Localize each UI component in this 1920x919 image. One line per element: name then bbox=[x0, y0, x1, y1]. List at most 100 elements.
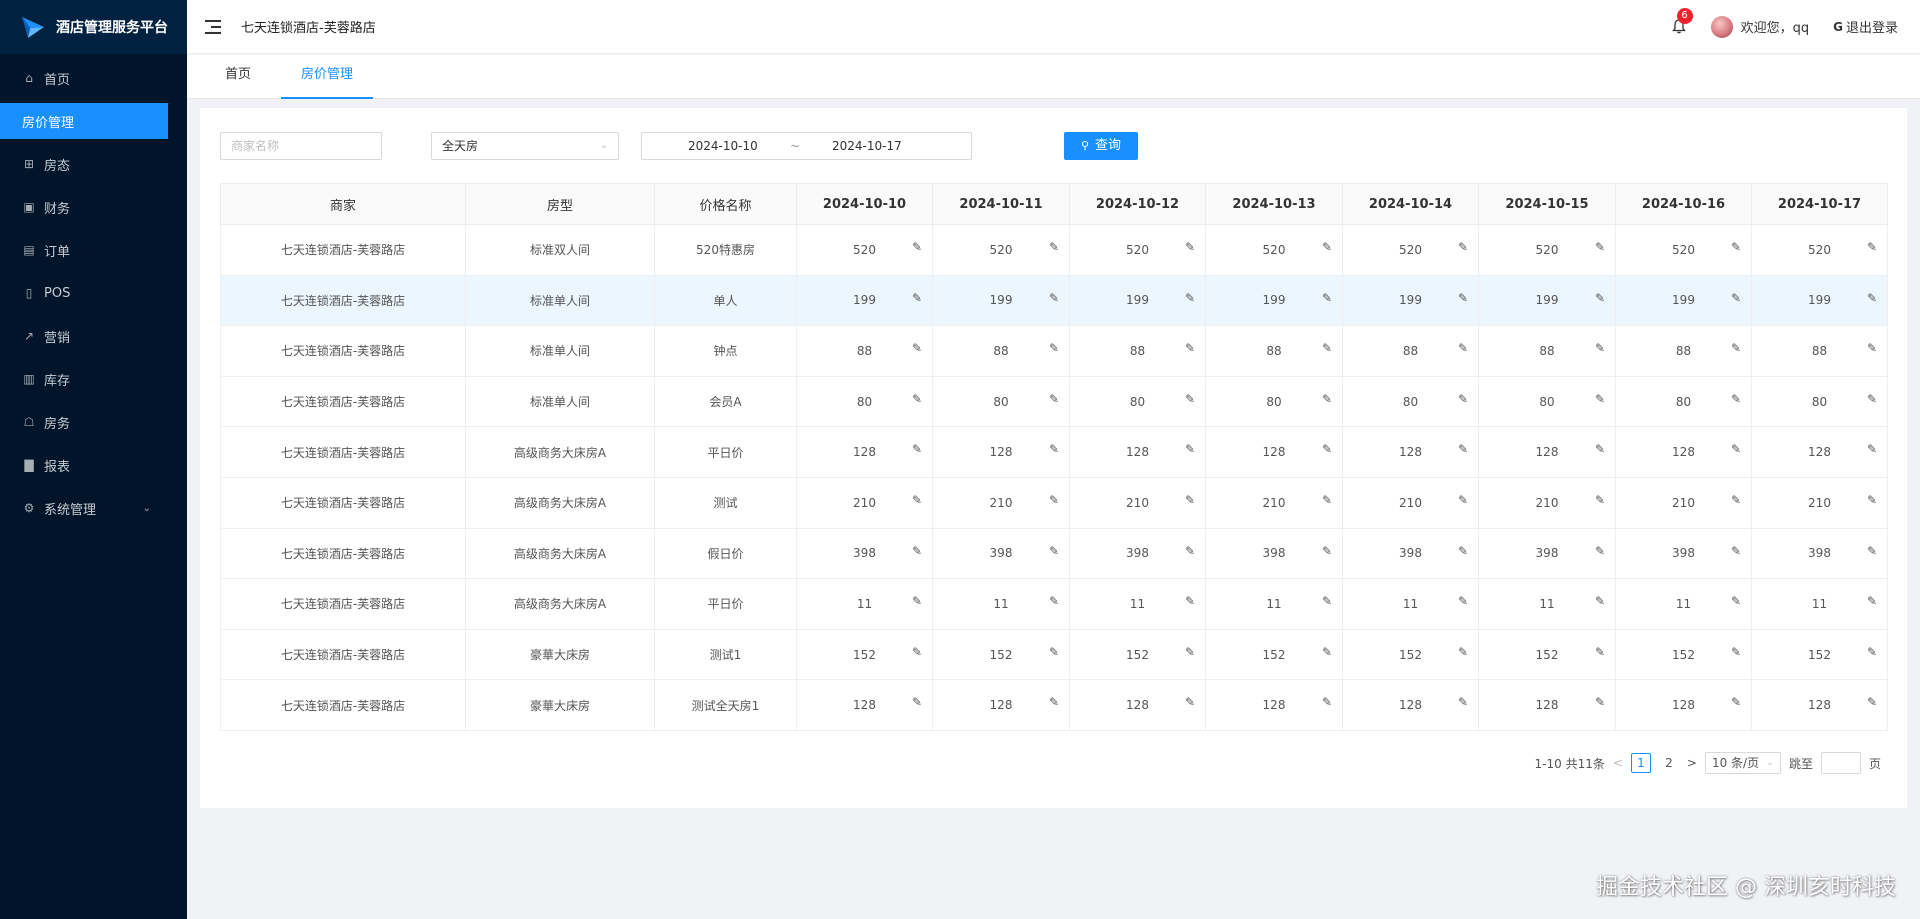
edit-icon[interactable]: ✎ bbox=[1595, 291, 1605, 305]
page-number-2[interactable]: 2 bbox=[1659, 753, 1679, 773]
sidebar-item-0[interactable]: ⌂ 首页 bbox=[0, 60, 187, 96]
sidebar-item-8[interactable]: ☖ 房务 bbox=[0, 404, 187, 440]
date-range-picker[interactable]: 2024-10-10 ~ 2024-10-17 bbox=[641, 132, 972, 160]
edit-icon[interactable]: ✎ bbox=[912, 544, 922, 558]
edit-icon[interactable]: ✎ bbox=[1458, 240, 1468, 254]
room-type-select[interactable]: 全天房 ⌄ bbox=[431, 132, 619, 160]
edit-icon[interactable]: ✎ bbox=[1185, 442, 1195, 456]
edit-icon[interactable]: ✎ bbox=[912, 645, 922, 659]
edit-icon[interactable]: ✎ bbox=[1595, 442, 1605, 456]
edit-icon[interactable]: ✎ bbox=[1458, 291, 1468, 305]
prev-page-icon[interactable]: < bbox=[1613, 756, 1623, 770]
edit-icon[interactable]: ✎ bbox=[1595, 240, 1605, 254]
edit-icon[interactable]: ✎ bbox=[1185, 493, 1195, 507]
edit-icon[interactable]: ✎ bbox=[912, 695, 922, 709]
notification-bell-icon[interactable]: 6 bbox=[1669, 7, 1693, 37]
edit-icon[interactable]: ✎ bbox=[1185, 695, 1195, 709]
page-size-select[interactable]: 10 条/页 ⌄ bbox=[1704, 752, 1781, 774]
jump-page-input[interactable] bbox=[1820, 752, 1861, 774]
edit-icon[interactable]: ✎ bbox=[1867, 442, 1877, 456]
edit-icon[interactable]: ✎ bbox=[1049, 240, 1059, 254]
sidebar-item-10[interactable]: ⚙ 系统管理 ⌄ bbox=[0, 490, 187, 526]
edit-icon[interactable]: ✎ bbox=[1595, 645, 1605, 659]
sidebar-item-7[interactable]: ▥ 库存 bbox=[0, 361, 187, 397]
app-logo[interactable]: 酒店管理服务平台 bbox=[0, 0, 187, 54]
edit-icon[interactable]: ✎ bbox=[1049, 392, 1059, 406]
edit-icon[interactable]: ✎ bbox=[1867, 341, 1877, 355]
sidebar-item-6[interactable]: ↗ 营销 bbox=[0, 318, 187, 354]
edit-icon[interactable]: ✎ bbox=[1322, 392, 1332, 406]
next-page-icon[interactable]: > bbox=[1687, 756, 1697, 770]
sidebar-item-2[interactable]: ⊞ 房态 bbox=[0, 146, 187, 182]
edit-icon[interactable]: ✎ bbox=[1458, 392, 1468, 406]
shop-name-input[interactable]: 商家名称 bbox=[220, 132, 382, 160]
user-avatar[interactable] bbox=[1710, 15, 1733, 38]
edit-icon[interactable]: ✎ bbox=[912, 341, 922, 355]
edit-icon[interactable]: ✎ bbox=[1458, 544, 1468, 558]
edit-icon[interactable]: ✎ bbox=[1185, 240, 1195, 254]
edit-icon[interactable]: ✎ bbox=[1322, 240, 1332, 254]
sidebar-item-4[interactable]: ▤ 订单 bbox=[0, 232, 187, 268]
edit-icon[interactable]: ✎ bbox=[1731, 240, 1741, 254]
edit-icon[interactable]: ✎ bbox=[1731, 493, 1741, 507]
edit-icon[interactable]: ✎ bbox=[1458, 695, 1468, 709]
edit-icon[interactable]: ✎ bbox=[1049, 594, 1059, 608]
edit-icon[interactable]: ✎ bbox=[1731, 392, 1741, 406]
edit-icon[interactable]: ✎ bbox=[1867, 695, 1877, 709]
edit-icon[interactable]: ✎ bbox=[1731, 442, 1741, 456]
edit-icon[interactable]: ✎ bbox=[1049, 695, 1059, 709]
edit-icon[interactable]: ✎ bbox=[1049, 544, 1059, 558]
edit-icon[interactable]: ✎ bbox=[1322, 341, 1332, 355]
edit-icon[interactable]: ✎ bbox=[1458, 341, 1468, 355]
date-end[interactable]: 2024-10-17 bbox=[832, 133, 902, 159]
edit-icon[interactable]: ✎ bbox=[1322, 695, 1332, 709]
edit-icon[interactable]: ✎ bbox=[1867, 493, 1877, 507]
edit-icon[interactable]: ✎ bbox=[1049, 442, 1059, 456]
edit-icon[interactable]: ✎ bbox=[1731, 291, 1741, 305]
edit-icon[interactable]: ✎ bbox=[1731, 341, 1741, 355]
edit-icon[interactable]: ✎ bbox=[1185, 392, 1195, 406]
edit-icon[interactable]: ✎ bbox=[1867, 392, 1877, 406]
edit-icon[interactable]: ✎ bbox=[1867, 240, 1877, 254]
edit-icon[interactable]: ✎ bbox=[1731, 594, 1741, 608]
edit-icon[interactable]: ✎ bbox=[1049, 341, 1059, 355]
edit-icon[interactable]: ✎ bbox=[912, 493, 922, 507]
edit-icon[interactable]: ✎ bbox=[1595, 544, 1605, 558]
edit-icon[interactable]: ✎ bbox=[1322, 594, 1332, 608]
edit-icon[interactable]: ✎ bbox=[912, 291, 922, 305]
edit-icon[interactable]: ✎ bbox=[1731, 645, 1741, 659]
menu-fold-icon[interactable] bbox=[205, 17, 225, 37]
edit-icon[interactable]: ✎ bbox=[1185, 341, 1195, 355]
edit-icon[interactable]: ✎ bbox=[1731, 695, 1741, 709]
edit-icon[interactable]: ✎ bbox=[1322, 645, 1332, 659]
edit-icon[interactable]: ✎ bbox=[1867, 645, 1877, 659]
edit-icon[interactable]: ✎ bbox=[1867, 594, 1877, 608]
page-number-1[interactable]: 1 bbox=[1630, 753, 1651, 773]
sidebar-item-3[interactable]: ▣ 财务 bbox=[0, 189, 187, 225]
edit-icon[interactable]: ✎ bbox=[1185, 645, 1195, 659]
sidebar-item-1[interactable]: 房价管理 bbox=[0, 103, 168, 139]
tab-home[interactable]: 首页 bbox=[205, 55, 271, 99]
edit-icon[interactable]: ✎ bbox=[912, 240, 922, 254]
edit-icon[interactable]: ✎ bbox=[1595, 594, 1605, 608]
edit-icon[interactable]: ✎ bbox=[1049, 645, 1059, 659]
edit-icon[interactable]: ✎ bbox=[1458, 442, 1468, 456]
date-start[interactable]: 2024-10-10 bbox=[688, 133, 758, 159]
edit-icon[interactable]: ✎ bbox=[1867, 291, 1877, 305]
edit-icon[interactable]: ✎ bbox=[1322, 544, 1332, 558]
edit-icon[interactable]: ✎ bbox=[912, 392, 922, 406]
sidebar-item-9[interactable]: ▇ 报表 bbox=[0, 447, 187, 483]
edit-icon[interactable]: ✎ bbox=[1458, 645, 1468, 659]
edit-icon[interactable]: ✎ bbox=[1049, 291, 1059, 305]
edit-icon[interactable]: ✎ bbox=[1595, 341, 1605, 355]
edit-icon[interactable]: ✎ bbox=[1049, 493, 1059, 507]
tab-room-price[interactable]: 房价管理 bbox=[281, 55, 374, 99]
edit-icon[interactable]: ✎ bbox=[1322, 291, 1332, 305]
current-hotel-name[interactable]: 七天连锁酒店-芙蓉路店 bbox=[241, 17, 376, 36]
edit-icon[interactable]: ✎ bbox=[1322, 493, 1332, 507]
sidebar-item-5[interactable]: ▯ POS bbox=[0, 275, 187, 311]
edit-icon[interactable]: ✎ bbox=[1185, 594, 1195, 608]
logout-button[interactable]: G 退出登录 bbox=[1833, 17, 1898, 37]
edit-icon[interactable]: ✎ bbox=[1595, 695, 1605, 709]
edit-icon[interactable]: ✎ bbox=[912, 442, 922, 456]
